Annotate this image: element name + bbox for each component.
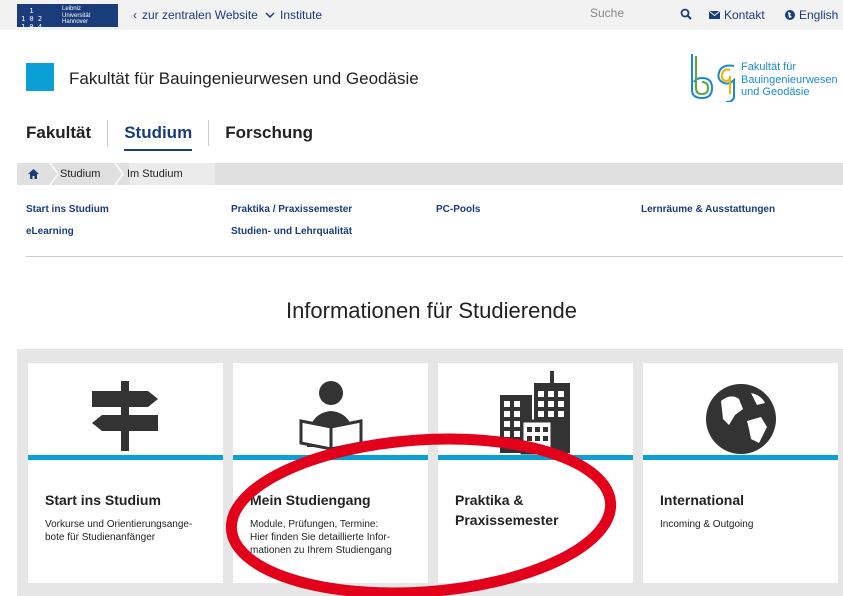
mail-icon (709, 11, 720, 19)
faculty-color-square (26, 63, 54, 91)
sublink-praktika[interactable]: Praktika / Praxissemester (231, 204, 352, 215)
breadcrumb-chevron (49, 163, 59, 185)
chevron-down-icon (265, 12, 275, 19)
contact-link[interactable]: Kontakt (709, 8, 765, 22)
home-icon (28, 169, 39, 179)
nav-separator (208, 120, 210, 146)
card-title: International (660, 492, 745, 508)
institutes-label: Institute (280, 8, 323, 22)
nav-forschung[interactable]: Forschung (225, 120, 313, 149)
breadcrumb-studium[interactable]: Studium (60, 163, 100, 185)
buildings-icon (500, 371, 570, 455)
logo-text: Leibniz Universität Hannover (62, 6, 91, 25)
reader-icon (299, 381, 363, 451)
card-description: Module, Prüfungen, Termine: Hier finden … (250, 519, 392, 556)
section-divider (26, 256, 843, 257)
search-icon[interactable] (680, 8, 692, 20)
sublink-elearning[interactable]: eLearning (26, 226, 74, 237)
card-praktika-praxissemester[interactable]: Praktika & Praxissemester (438, 363, 633, 583)
language-switch[interactable]: English (785, 8, 838, 22)
card-accent-bar (643, 455, 838, 460)
home-link[interactable] (28, 163, 39, 185)
section-title: Informationen für Studierende (285, 298, 578, 323)
card-mein-studiengang[interactable]: Mein Studiengang Module, Prüfungen, Term… (233, 363, 428, 583)
search-placeholder: Suche (590, 6, 625, 20)
chevron-left-icon: ‹ (133, 8, 137, 22)
logo-glyph: 1 1 0 2 1 0 4 (21, 7, 43, 31)
card-title: Start ins Studium (45, 492, 161, 508)
main-navigation: Fakultät Studium Forschung (26, 120, 313, 151)
breadcrumb-im-studium[interactable]: Im Studium (127, 163, 183, 185)
faculty-logo-text: Fakultät für Bauingenieurwesen und Geodä… (741, 61, 838, 98)
card-accent-bar (28, 455, 223, 460)
nav-separator (107, 120, 109, 146)
breadcrumb-chevron (114, 163, 124, 185)
card-accent-bar (233, 455, 428, 460)
central-website-link[interactable]: ‹ zur zentralen Website (133, 8, 258, 22)
card-title: Mein Studiengang (250, 492, 371, 508)
sublink-lernraeume[interactable]: Lernräume & Ausstattungen (641, 204, 775, 215)
institutes-dropdown[interactable]: Institute (265, 8, 322, 22)
card-title: Praktika & Praxissemester (455, 492, 559, 528)
contact-label: Kontakt (724, 8, 765, 22)
sublink-pc-pools[interactable]: PC-Pools (436, 204, 480, 215)
globe-icon (706, 384, 776, 454)
nav-fakultaet[interactable]: Fakultät (26, 120, 91, 149)
card-description: Vorkurse und Orientierungsange- bote für… (45, 519, 193, 543)
breadcrumb-end-chevron (204, 163, 214, 185)
faculty-title[interactable]: Fakultät für Bauingenieurwesen und Geodä… (69, 69, 419, 89)
top-utility-bar: 1 1 0 2 1 0 4 Leibniz Universität Hannov… (0, 0, 843, 31)
nav-studium[interactable]: Studium (124, 120, 193, 151)
university-logo[interactable]: 1 1 0 2 1 0 4 Leibniz Universität Hannov… (17, 4, 118, 31)
card-accent-bar (438, 455, 633, 460)
central-website-label: zur zentralen Website (142, 8, 258, 22)
globe-small-icon (785, 10, 795, 20)
sublink-start-ins-studium[interactable]: Start ins Studium (26, 204, 109, 215)
sublink-studienqualitaet[interactable]: Studien- und Lehrqualität (231, 226, 352, 237)
card-description: Incoming & Outgoing (660, 519, 754, 530)
faculty-logo-icon[interactable] (688, 50, 738, 102)
language-label: English (799, 8, 839, 22)
breadcrumb: Studium Im Studium (17, 163, 843, 185)
signpost-icon (92, 381, 158, 451)
card-start-ins-studium[interactable]: Start ins Studium Vorkurse und Orientier… (28, 363, 223, 583)
card-international[interactable]: International Incoming & Outgoing (643, 363, 838, 583)
